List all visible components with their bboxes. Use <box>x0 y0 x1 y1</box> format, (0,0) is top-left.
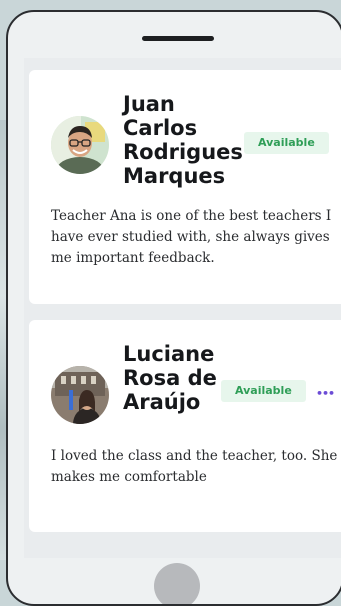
phone-frame: Juan Carlos Rodrigues Marques Available … <box>6 10 341 606</box>
review-text: Teacher Ana is one of the best teachers … <box>51 208 332 266</box>
home-button[interactable] <box>154 563 200 604</box>
review-card: Luciane Rosa de Araújo Available ••• I l… <box>29 320 341 532</box>
status-badge: Available <box>221 380 306 402</box>
status-badge: Available <box>244 132 329 154</box>
avatar[interactable] <box>51 366 109 424</box>
reviewer-name: Luciane Rosa de Araújo <box>123 342 217 414</box>
phone-speaker <box>142 36 214 41</box>
more-horizontal-icon[interactable]: ••• <box>316 387 335 400</box>
reviews-screen: Juan Carlos Rodrigues Marques Available … <box>24 58 341 558</box>
reviewer-name: Juan Carlos Rodrigues Marques <box>123 92 243 188</box>
review-text: I loved the class and the teacher, too. … <box>51 448 338 485</box>
avatar[interactable] <box>51 116 109 174</box>
review-card: Juan Carlos Rodrigues Marques Available … <box>29 70 341 304</box>
